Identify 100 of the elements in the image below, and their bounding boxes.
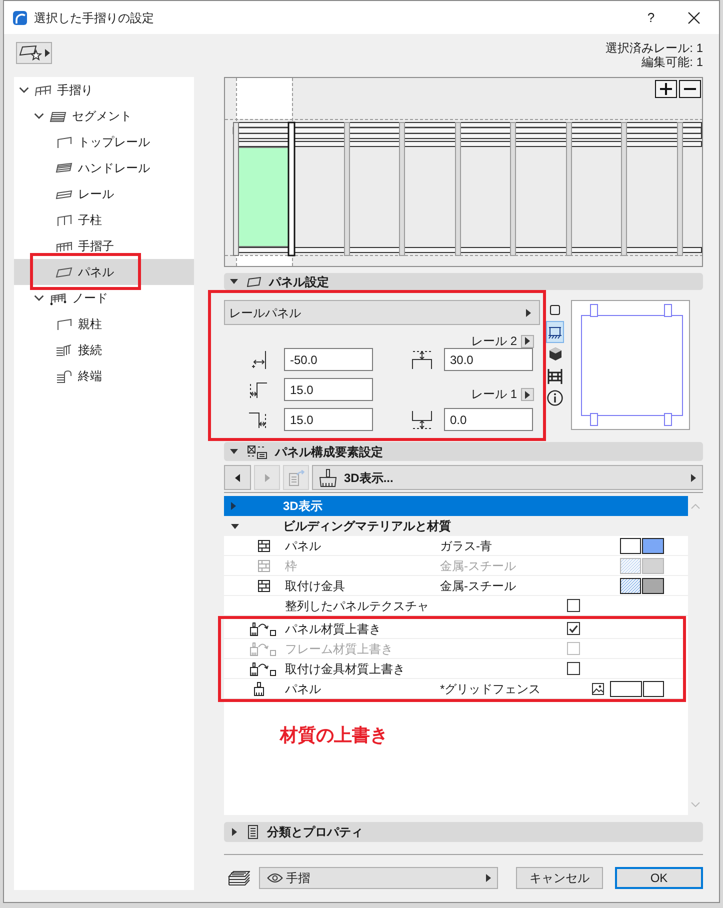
dimension-icon (411, 348, 433, 370)
triangle-right-icon (486, 874, 491, 882)
triangle-left-icon (235, 474, 240, 482)
selection-count: 選択済みレール: 1 (606, 41, 703, 55)
property-value: 金属-スチール (440, 578, 516, 594)
post-corner-icon (55, 316, 73, 332)
plus-icon (660, 83, 672, 95)
tree-item[interactable]: ノード (14, 285, 194, 311)
mounting-tab (664, 413, 672, 426)
triangle-right-icon (525, 390, 530, 398)
help-button[interactable]: ? (641, 8, 661, 28)
tree-item[interactable]: 接続 (14, 337, 194, 363)
number-field[interactable]: 0.0 (444, 408, 533, 431)
layer-dropdown[interactable]: 手摺 (259, 867, 498, 889)
railing-icon (34, 82, 52, 98)
triangle-right-icon (264, 474, 270, 482)
selection-margin (236, 78, 292, 119)
back-button[interactable] (224, 465, 251, 490)
number-field[interactable]: 30.0 (444, 348, 533, 371)
rail-corner-icon (55, 134, 73, 150)
view-mode-button[interactable] (546, 387, 564, 409)
selection-margin (236, 255, 292, 266)
grid-frame-icon (547, 368, 563, 384)
panel-icon (55, 264, 73, 280)
app-logo-icon (13, 10, 27, 24)
brick-pattern-icon (257, 558, 271, 572)
number-field[interactable]: 15.0 (284, 408, 373, 431)
tree-item[interactable]: レール (14, 181, 194, 207)
panel-star-icon (18, 45, 42, 61)
tree-item[interactable]: 手摺り (14, 77, 194, 103)
rail-label: レール 1 (470, 387, 517, 401)
brick-pattern-icon (257, 578, 271, 592)
section-header[interactable]: パネル設定 (224, 273, 703, 290)
image-icon (592, 682, 604, 694)
dimension-icon (250, 348, 268, 370)
dimension-icon (411, 408, 433, 430)
brush-icon (254, 682, 264, 696)
tree-item[interactable]: トップレール (14, 129, 194, 155)
triangle-right-icon (526, 308, 531, 316)
mounting-tab (590, 413, 598, 426)
dialog-button[interactable]: OK (615, 867, 703, 889)
number-field[interactable]: 15.0 (284, 378, 373, 401)
info-icon (547, 390, 563, 406)
components-icon (247, 444, 267, 458)
window-title: 選択した手摺りの設定 (34, 10, 154, 26)
triangle-right-icon (691, 474, 696, 482)
end-icon (55, 368, 73, 384)
tree-item[interactable]: 親柱 (14, 311, 194, 337)
tree-item[interactable]: セグメント (14, 103, 194, 129)
property-name: 枠 (285, 558, 297, 572)
tree-item[interactable]: 手摺子 (14, 233, 194, 259)
group-row[interactable]: ビルディングマテリアルと材質 (224, 516, 688, 536)
rail-label: レール 2 (470, 334, 517, 348)
property-value: ガラス-青 (440, 538, 492, 554)
tree-item[interactable]: ハンドレール (14, 155, 194, 181)
brush-arrow-icon (250, 662, 276, 676)
triangle-right-icon (44, 49, 50, 57)
striped-rail-icon (55, 160, 73, 176)
section-header[interactable]: 分類とプロパティ (224, 822, 703, 842)
brush-arrow-icon (250, 642, 276, 656)
property-name: パネル材質上書き (285, 622, 381, 636)
favorites-button[interactable] (16, 42, 52, 64)
dialog-button[interactable]: キャンセル (516, 867, 603, 889)
view-mode-button[interactable] (546, 321, 564, 343)
rail-select-button[interactable] (521, 334, 534, 348)
brick-pattern-icon (257, 538, 271, 552)
annotation-text: 材質の上書き (280, 724, 388, 746)
property-name: パネル (285, 682, 321, 696)
paint-brush-icon (318, 468, 338, 488)
brush-arrow-icon (250, 622, 276, 636)
layers-icon (228, 870, 250, 886)
rail-select-button[interactable] (521, 388, 534, 401)
tree-item[interactable]: 終端 (14, 363, 194, 389)
group-row[interactable]: 3D表示 (224, 496, 688, 516)
checkmark-icon (569, 624, 578, 632)
property-name: パネル (285, 538, 321, 552)
post-frame-icon (55, 212, 73, 228)
property-name: 取付け金具 (285, 578, 345, 592)
zoom-out-button[interactable] (679, 80, 701, 98)
triangle-right-icon (525, 337, 530, 345)
property-name: 整列したパネルテクスチャ (285, 598, 429, 612)
view-dropdown[interactable]: 3D表示... (312, 465, 703, 490)
minus-icon (684, 88, 696, 90)
checkbox[interactable] (567, 599, 580, 612)
eye-icon (267, 873, 283, 883)
tree-item[interactable]: パネル (14, 259, 194, 285)
selection-count: 編集可能: 1 (642, 55, 703, 69)
mounting-tab (664, 304, 672, 317)
panel-type-dropdown[interactable]: レールパネル (224, 300, 540, 325)
tree-item[interactable]: 子柱 (14, 207, 194, 233)
property-name: フレーム材質上書き (285, 642, 393, 656)
document-icon (247, 825, 259, 839)
zoom-in-button[interactable] (655, 80, 677, 98)
close-icon (688, 12, 700, 24)
mounting-tab (590, 304, 598, 317)
number-field[interactable]: -50.0 (284, 348, 373, 371)
railing-elevation-icon (548, 325, 562, 339)
panel-icon (247, 276, 261, 286)
section-header[interactable]: パネル構成要素設定 (224, 442, 703, 461)
node-railing-icon (49, 290, 67, 306)
